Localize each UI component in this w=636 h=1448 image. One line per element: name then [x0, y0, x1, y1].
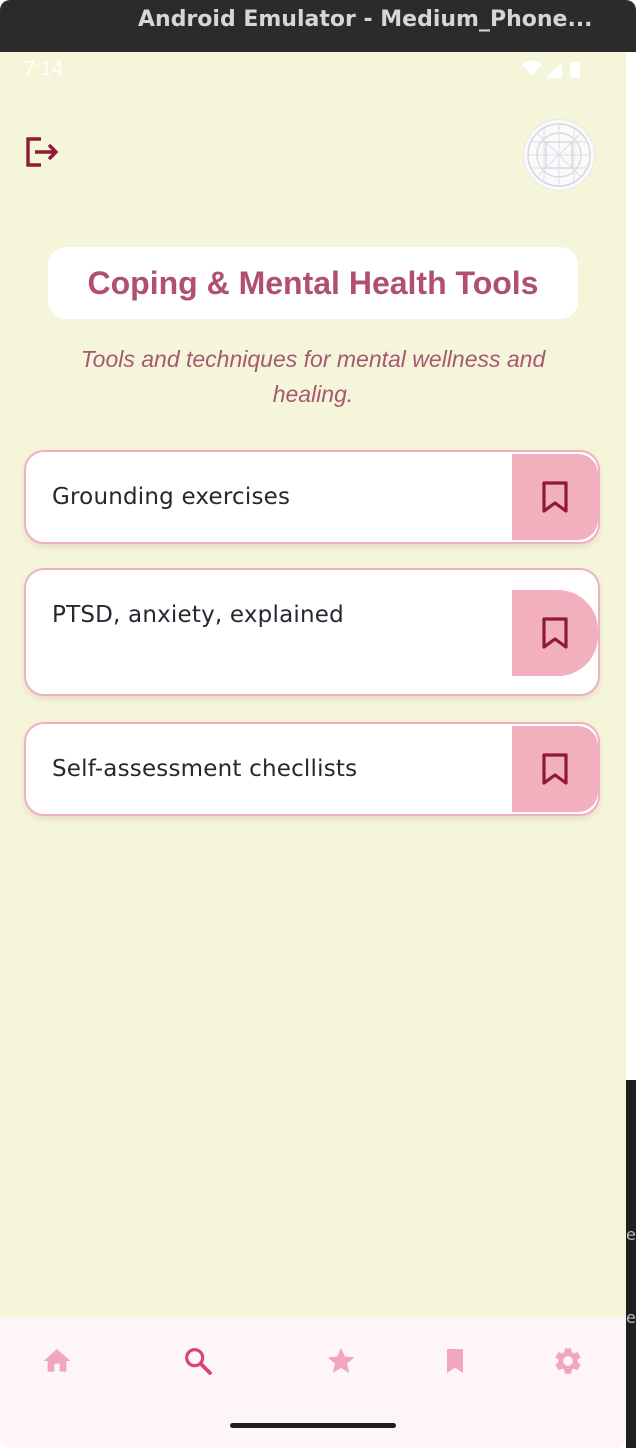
phone-screen: 7:14 Coping & Mental Health Tools Tools … [0, 52, 626, 1448]
settings-icon [555, 1348, 581, 1374]
tool-card-label: Self-assessment checllists [52, 756, 358, 782]
status-icons [522, 60, 586, 85]
page-title: Coping & Mental Health Tools [87, 264, 539, 301]
window-title: Android Emulator - Medium_Phone... [138, 7, 593, 32]
home-icon [43, 1349, 71, 1372]
bookmark-button[interactable] [512, 590, 598, 676]
nav-search[interactable] [178, 1341, 218, 1381]
bookmark-icon [542, 753, 568, 785]
background-window-edge: e e [626, 1080, 636, 1448]
tool-card-label: PTSD, anxiety, explained [52, 602, 344, 628]
bookmark-button[interactable] [512, 726, 598, 812]
nav-bookmarks[interactable] [435, 1341, 475, 1381]
search-icon [185, 1348, 212, 1375]
page-title-card: Coping & Mental Health Tools [48, 247, 578, 319]
logout-button[interactable] [22, 132, 62, 172]
star-icon [327, 1347, 355, 1373]
profile-avatar[interactable] [524, 120, 594, 190]
nav-favorites[interactable] [321, 1341, 361, 1381]
nav-settings[interactable] [548, 1341, 588, 1381]
gesture-home-bar[interactable] [230, 1423, 396, 1428]
page-subtitle: Tools and techniques for mental wellness… [80, 346, 546, 407]
tool-card-label: Grounding exercises [52, 484, 291, 510]
bookmark-icon [447, 1349, 463, 1373]
tool-card[interactable]: PTSD, anxiety, explained [24, 568, 600, 696]
status-time: 7:14 [24, 58, 63, 80]
tool-card[interactable]: Grounding exercises [24, 450, 600, 544]
bookmark-icon [542, 617, 568, 649]
avatar-image-icon [527, 123, 591, 187]
logout-icon [26, 137, 59, 167]
bookmark-icon [542, 481, 568, 513]
bookmark-button[interactable] [512, 454, 598, 540]
emulator-title-bar: Android Emulator - Medium_Phone... [0, 0, 636, 52]
tool-card[interactable]: Self-assessment checllists [24, 722, 600, 816]
nav-home[interactable] [37, 1341, 77, 1381]
bottom-navigation [0, 1317, 626, 1448]
